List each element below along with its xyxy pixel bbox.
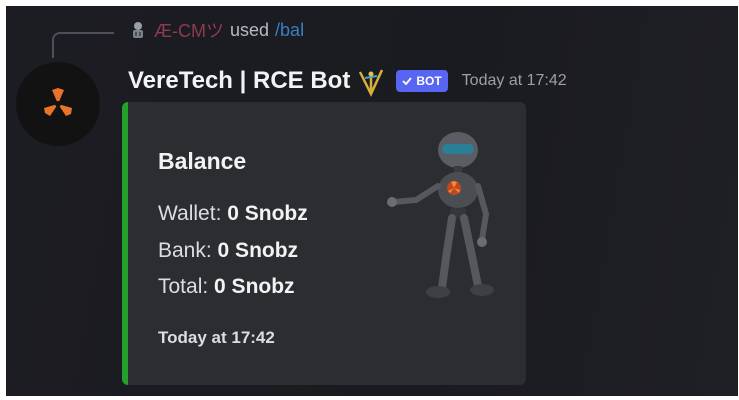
field-label: Bank: <box>158 239 212 262</box>
wallet-field: Wallet: 0 Snobz <box>158 202 308 226</box>
balance-embed: Balance Wallet: 0 Snobz Bank: 0 Snobz To… <box>122 102 526 385</box>
reply-username[interactable]: Æ-CMツ <box>154 17 224 43</box>
total-field: Total: 0 Snobz <box>158 275 295 299</box>
chat-frame: Æ-CMツ used /bal VereTech | RCE Bot BOT T… <box>6 6 738 396</box>
embed-footer-timestamp: Today at 17:42 <box>158 328 275 347</box>
command-reply-row[interactable]: Æ-CMツ used /bal <box>128 18 304 42</box>
gold-trident-emoji-icon <box>359 69 384 97</box>
bank-field: Bank: 0 Snobz <box>158 239 298 263</box>
reply-command[interactable]: /bal <box>275 20 304 41</box>
embed-title: Balance <box>158 148 247 174</box>
reply-user-avatar-icon[interactable] <box>128 20 148 40</box>
robot-thumbnail-image[interactable] <box>376 128 510 302</box>
bot-avatar[interactable] <box>16 62 100 146</box>
field-value: 0 Snobz <box>217 239 299 262</box>
message-timestamp[interactable]: Today at 17:42 <box>462 72 567 90</box>
field-label: Total: <box>158 275 209 298</box>
field-label: Wallet: <box>158 202 222 225</box>
check-icon <box>402 77 413 86</box>
reply-connector-line <box>52 32 114 58</box>
message-header: VereTech | RCE Bot BOT Today at 17:42 <box>128 64 567 98</box>
author-name[interactable]: VereTech | RCE Bot <box>128 67 350 95</box>
field-value: 0 Snobz <box>214 275 295 298</box>
bot-badge-label: BOT <box>416 74 442 88</box>
reply-action-text: used <box>230 19 270 40</box>
rce-logo-icon <box>44 88 72 116</box>
field-value: 0 Snobz <box>227 202 308 225</box>
bot-badge: BOT <box>396 70 448 92</box>
